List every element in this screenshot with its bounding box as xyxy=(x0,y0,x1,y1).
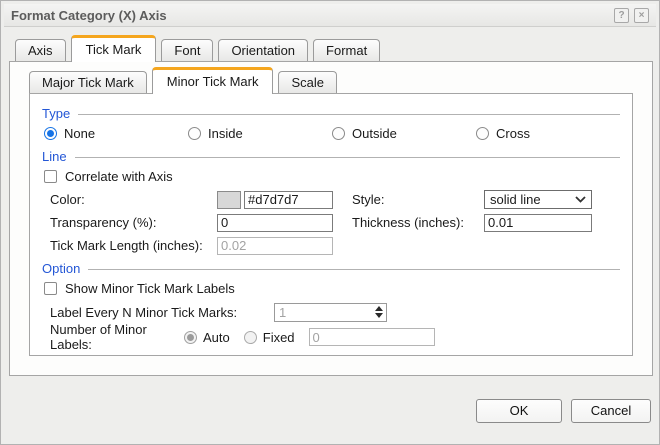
radio-option-fixed[interactable]: Fixed xyxy=(244,330,295,345)
line-section-label: Line xyxy=(42,149,67,164)
option-section-label: Option xyxy=(42,261,80,276)
color-swatch[interactable] xyxy=(217,191,241,209)
radio-option-none[interactable]: None xyxy=(44,126,188,141)
dialog-title: Format Category (X) Axis xyxy=(11,8,609,23)
style-dropdown[interactable]: solid line xyxy=(484,190,592,209)
radio-label: Cross xyxy=(496,126,530,141)
radio-label: Inside xyxy=(208,126,243,141)
color-label: Color: xyxy=(50,192,217,207)
stepper-value: 1 xyxy=(279,305,286,320)
radio-icon[interactable] xyxy=(476,127,489,140)
tab-tick-mark[interactable]: Tick Mark xyxy=(71,35,157,62)
tab-font[interactable]: Font xyxy=(161,39,213,61)
radio-icon[interactable] xyxy=(184,331,197,344)
tab-scale[interactable]: Scale xyxy=(278,71,337,93)
label-every-n-stepper[interactable]: 1 xyxy=(274,303,387,322)
radio-option-auto[interactable]: Auto xyxy=(184,330,230,345)
transparency-label: Transparency (%): xyxy=(50,215,217,230)
line-section-header: Line xyxy=(42,149,620,164)
transparency-input[interactable] xyxy=(217,214,333,232)
section-rule xyxy=(88,269,620,276)
option-section-header: Option xyxy=(42,261,620,276)
help-icon[interactable]: ? xyxy=(614,8,629,23)
radio-icon[interactable] xyxy=(244,331,257,344)
spinner-up-icon[interactable] xyxy=(375,306,383,311)
tick-length-input[interactable] xyxy=(217,237,333,255)
thickness-label: Thickness (inches): xyxy=(352,215,484,230)
stepper-arrows[interactable] xyxy=(375,306,383,318)
tab-axis[interactable]: Axis xyxy=(15,39,66,61)
type-radio-group: None Inside Outside Cross xyxy=(44,126,620,141)
number-of-minor-labels-label: Number of Minor Labels: xyxy=(50,322,184,352)
format-axis-dialog: Format Category (X) Axis ? × Axis Tick M… xyxy=(0,0,660,445)
main-tab-strip: Axis Tick Mark Font Orientation Format xyxy=(15,36,385,62)
fixed-count-input[interactable] xyxy=(309,328,435,346)
correlate-checkbox[interactable] xyxy=(44,170,57,183)
label-every-n-row: Label Every N Minor Tick Marks: 1 xyxy=(50,302,620,322)
color-input[interactable] xyxy=(244,191,333,209)
correlate-label: Correlate with Axis xyxy=(65,169,173,184)
cancel-button[interactable]: Cancel xyxy=(571,399,651,423)
radio-label: Outside xyxy=(352,126,397,141)
number-of-minor-labels-row: Number of Minor Labels: Auto Fixed xyxy=(50,327,620,347)
radio-label: Fixed xyxy=(263,330,295,345)
close-icon[interactable]: × xyxy=(634,8,649,23)
radio-option-inside[interactable]: Inside xyxy=(188,126,332,141)
minor-tick-mark-panel: Type None Inside Outside Cross Line xyxy=(29,93,633,356)
tab-minor-tick-mark[interactable]: Minor Tick Mark xyxy=(152,67,274,94)
section-rule xyxy=(78,114,620,121)
show-minor-labels-row[interactable]: Show Minor Tick Mark Labels xyxy=(44,281,620,296)
radio-label: Auto xyxy=(203,330,230,345)
type-section-label: Type xyxy=(42,106,70,121)
transparency-thickness-row: Transparency (%): Thickness (inches): xyxy=(50,213,620,232)
type-section-header: Type xyxy=(42,106,620,121)
chevron-down-icon xyxy=(575,196,586,203)
tick-length-label: Tick Mark Length (inches): xyxy=(50,238,217,253)
color-style-row: Color: Style: solid line xyxy=(50,190,620,209)
section-rule xyxy=(75,157,620,164)
radio-icon[interactable] xyxy=(44,127,57,140)
ok-button[interactable]: OK xyxy=(476,399,562,423)
title-bar: Format Category (X) Axis ? × xyxy=(4,4,656,27)
sub-tab-strip: Major Tick Mark Minor Tick Mark Scale xyxy=(29,68,342,94)
spinner-down-icon[interactable] xyxy=(375,313,383,318)
tab-major-tick-mark[interactable]: Major Tick Mark xyxy=(29,71,147,93)
style-label: Style: xyxy=(352,192,484,207)
correlate-with-axis-row[interactable]: Correlate with Axis xyxy=(44,169,620,184)
show-minor-labels-checkbox[interactable] xyxy=(44,282,57,295)
label-every-n-label: Label Every N Minor Tick Marks: xyxy=(50,305,274,320)
tick-mark-length-row: Tick Mark Length (inches): xyxy=(50,236,620,255)
tab-orientation[interactable]: Orientation xyxy=(218,39,308,61)
tab-format[interactable]: Format xyxy=(313,39,380,61)
style-dropdown-value: solid line xyxy=(490,192,541,207)
thickness-input[interactable] xyxy=(484,214,592,232)
radio-option-outside[interactable]: Outside xyxy=(332,126,476,141)
radio-icon[interactable] xyxy=(332,127,345,140)
radio-option-cross[interactable]: Cross xyxy=(476,126,620,141)
radio-label: None xyxy=(64,126,95,141)
show-minor-labels-label: Show Minor Tick Mark Labels xyxy=(65,281,235,296)
radio-icon[interactable] xyxy=(188,127,201,140)
